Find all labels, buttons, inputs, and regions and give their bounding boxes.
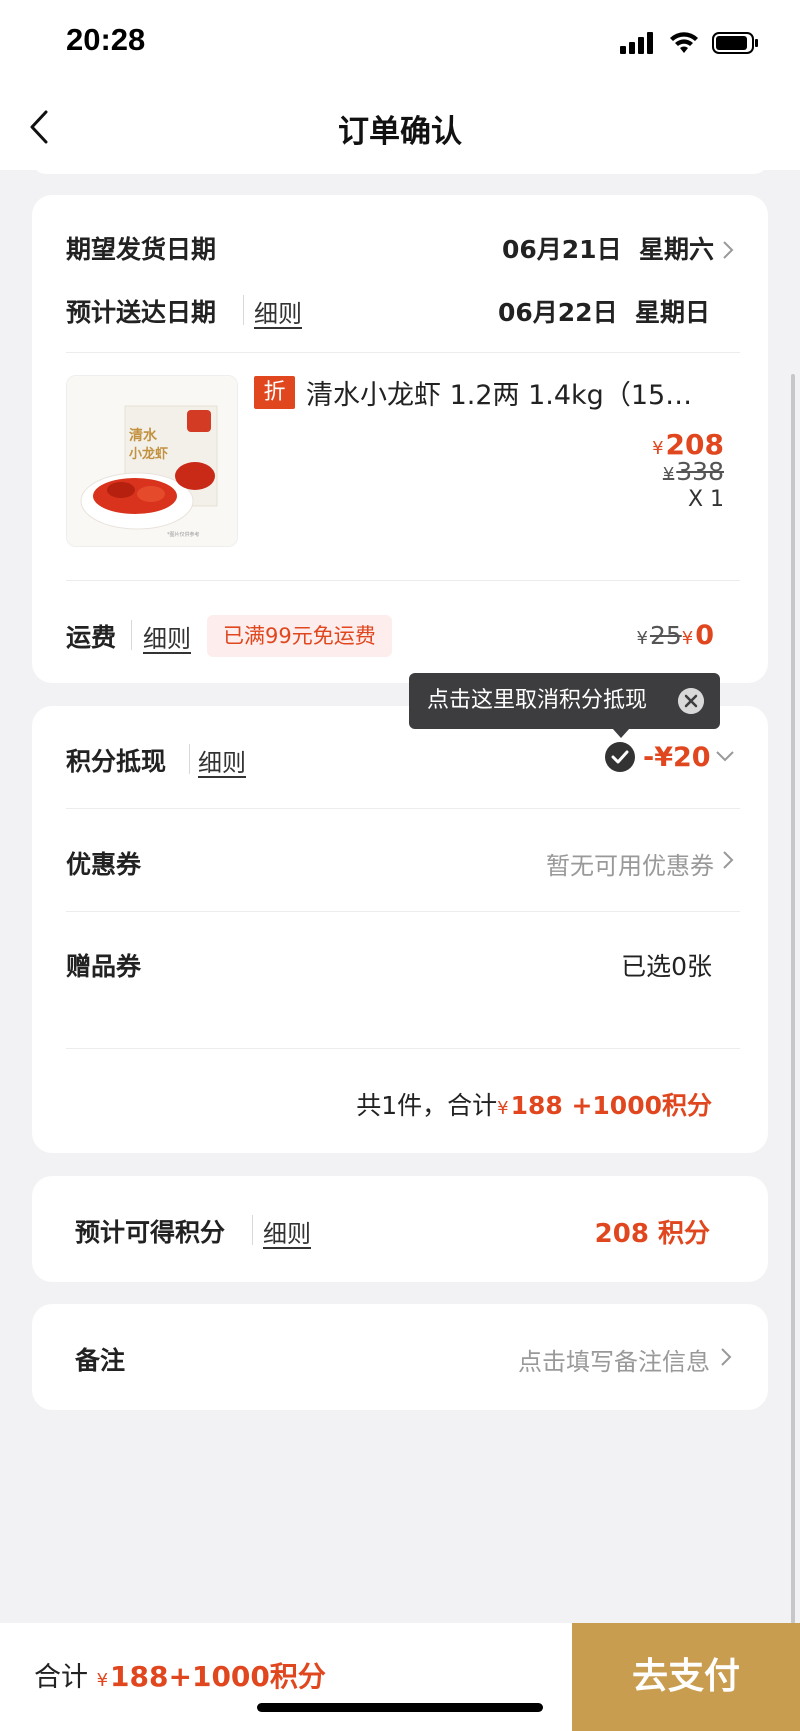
chevron-down-icon[interactable] bbox=[715, 750, 735, 762]
currency-symbol: ¥ bbox=[662, 464, 675, 485]
battery-icon bbox=[712, 32, 758, 54]
crayfish-box-image: 清水 小龙虾 *图片仅供参考 bbox=[67, 376, 237, 546]
gift-coupon-value[interactable]: 已选0张 bbox=[621, 947, 712, 983]
separator bbox=[243, 295, 244, 325]
estimated-points-label: 预计可得积分 bbox=[75, 1218, 226, 1247]
total-label: 合计 bbox=[34, 1662, 88, 1693]
close-icon[interactable] bbox=[678, 688, 704, 714]
discounts-card: 积分抵现 细则 -¥20 优惠券 暂无可用优惠券 赠品券 已选0张 共1件，合计… bbox=[32, 706, 768, 1153]
svg-text:小龙虾: 小龙虾 bbox=[129, 446, 168, 462]
nav-bar: 订单确认 bbox=[0, 88, 800, 170]
status-time: 20:28 bbox=[66, 22, 146, 57]
points-deduction-value: -¥20 bbox=[643, 742, 711, 773]
remark-input[interactable]: 点击填写备注信息 bbox=[518, 1342, 710, 1377]
separator bbox=[131, 620, 132, 650]
product-original-price: ¥338 bbox=[663, 457, 724, 486]
remark-label: 备注 bbox=[75, 1346, 126, 1375]
pay-button[interactable]: 去支付 bbox=[572, 1623, 800, 1731]
shipping-original-fee: 25 bbox=[649, 621, 682, 650]
total-value: 188+1000积分 bbox=[110, 1660, 326, 1693]
product-image[interactable]: 清水 小龙虾 *图片仅供参考 bbox=[66, 375, 238, 547]
shipping-fee-value: 0 bbox=[695, 620, 714, 651]
remark-card[interactable]: 备注 点击填写备注信息 bbox=[32, 1304, 768, 1410]
estimated-points-rules-link[interactable]: 细则 bbox=[263, 1214, 311, 1249]
svg-text:*图片仅供参考: *图片仅供参考 bbox=[167, 531, 200, 538]
estimated-arrival-label: 预计送达日期 bbox=[66, 298, 217, 327]
checkout-bar: 合计 ¥188+1000积分 去支付 bbox=[0, 1623, 800, 1731]
separator bbox=[189, 744, 190, 774]
currency-symbol: ¥ bbox=[96, 1670, 109, 1691]
arrival-rules-link[interactable]: 细则 bbox=[254, 294, 302, 329]
estimated-points-card: 预计可得积分 细则 208 积分 bbox=[32, 1176, 768, 1282]
tooltip-text: 点击这里取消积分抵现 bbox=[427, 688, 648, 713]
page-title: 订单确认 bbox=[338, 114, 462, 150]
discount-badge: 折 bbox=[254, 376, 295, 409]
coupon-label: 优惠券 bbox=[66, 850, 142, 879]
cellular-signal-icon bbox=[620, 32, 653, 54]
original-price-value: 338 bbox=[676, 457, 724, 486]
home-indicator bbox=[257, 1703, 543, 1712]
chevron-right-icon[interactable] bbox=[720, 1347, 732, 1367]
scroll-indicator[interactable] bbox=[791, 374, 795, 1624]
coupon-value[interactable]: 暂无可用优惠券 bbox=[546, 846, 714, 881]
status-icons bbox=[620, 28, 760, 58]
shipping-rules-link[interactable]: 细则 bbox=[143, 619, 191, 654]
shipping-label: 运费 bbox=[66, 623, 117, 652]
currency-symbol: ¥ bbox=[681, 628, 694, 649]
chevron-right-icon[interactable] bbox=[722, 240, 734, 260]
expected-ship-label: 期望发货日期 bbox=[66, 235, 217, 264]
points-deduction-label: 积分抵现 bbox=[66, 747, 167, 776]
divider bbox=[66, 1048, 740, 1049]
points-rules-link[interactable]: 细则 bbox=[198, 743, 246, 778]
expected-ship-value[interactable]: 06月21日 星期六 bbox=[502, 230, 714, 266]
order-summary: 共1件，合计¥188 +1000积分 bbox=[356, 1086, 712, 1122]
free-shipping-tag: 已满99元免运费 bbox=[207, 615, 392, 657]
wifi-icon bbox=[670, 32, 698, 53]
divider bbox=[66, 911, 740, 912]
tooltip-arrow bbox=[612, 728, 630, 738]
currency-symbol: ¥ bbox=[652, 438, 664, 459]
summary-prefix: 共1件，合计 bbox=[356, 1091, 498, 1120]
check-circle-icon[interactable] bbox=[605, 742, 635, 772]
gift-coupon-label: 赠品券 bbox=[66, 952, 142, 981]
divider bbox=[66, 808, 740, 809]
estimated-arrival-value: 06月22日 星期日 bbox=[498, 298, 710, 327]
shipping-fee: ¥25¥0 bbox=[636, 620, 714, 651]
points-tooltip[interactable]: 点击这里取消积分抵现 bbox=[409, 673, 720, 729]
product-quantity: X 1 bbox=[687, 487, 724, 512]
previous-card-edge bbox=[32, 160, 768, 174]
currency-symbol: ¥ bbox=[636, 628, 648, 649]
divider bbox=[66, 352, 740, 353]
currency-symbol: ¥ bbox=[497, 1098, 509, 1119]
product-name[interactable]: 清水小龙虾 1.2两 1.4kg（15… bbox=[306, 373, 692, 412]
chevron-right-icon[interactable] bbox=[722, 850, 734, 870]
estimated-points-value: 208 积分 bbox=[594, 1219, 710, 1249]
svg-text:清水: 清水 bbox=[129, 427, 158, 444]
status-bar: 20:28 bbox=[0, 0, 800, 88]
separator bbox=[252, 1215, 253, 1245]
summary-total: 188 +1000积分 bbox=[510, 1091, 712, 1120]
checkout-total: 合计 ¥188+1000积分 bbox=[34, 1655, 326, 1695]
divider bbox=[66, 580, 740, 581]
order-items-card: 期望发货日期 06月21日 星期六 预计送达日期 细则 06月22日 星期日 清… bbox=[32, 195, 768, 683]
